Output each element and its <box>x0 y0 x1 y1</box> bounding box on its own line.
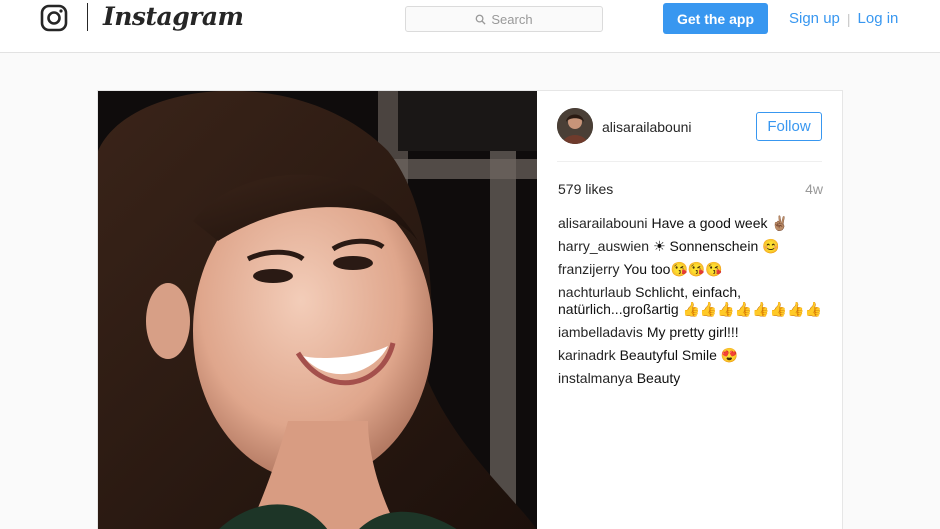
comment-username[interactable]: alisarailabouni <box>558 215 648 231</box>
comment-username[interactable]: franzijerry <box>558 261 619 277</box>
comment-text: You too😘😘😘 <box>623 261 723 277</box>
top-navigation-bar: Instagram Search Get the app Sign up | L… <box>0 0 940 53</box>
follow-button[interactable]: Follow <box>756 112 822 141</box>
comment-item: nachturlaub Schlicht, einfach, natürlich.… <box>558 284 828 318</box>
comment-item: harry_auswien ☀ Sonnenschein 😊 <box>558 238 828 255</box>
logo-divider <box>87 3 88 31</box>
search-icon <box>476 14 486 25</box>
search-input[interactable]: Search <box>405 6 603 32</box>
auth-separator: | <box>846 10 851 27</box>
comment-username[interactable]: iambelladavis <box>558 324 643 340</box>
post-age[interactable]: 4w <box>805 181 823 197</box>
search-placeholder: Search <box>491 11 533 27</box>
header-divider <box>557 161 822 162</box>
instagram-camera-icon[interactable] <box>40 4 68 32</box>
comment-item: karinadrk Beautyful Smile 😍 <box>558 347 828 364</box>
comment-text: ☀ Sonnenschein 😊 <box>653 238 780 254</box>
comment-text: Beautyful Smile 😍 <box>619 347 739 363</box>
comment-text: My pretty girl!!! <box>646 324 739 340</box>
post-sidebar: alisarailabouni Follow 579 likes 4w alis… <box>537 91 844 529</box>
post-author-username[interactable]: alisarailabouni <box>602 119 692 135</box>
comment-item: instalmanya Beauty <box>558 370 828 387</box>
comment-username[interactable]: karinadrk <box>558 347 616 363</box>
comment-username[interactable]: nachturlaub <box>558 284 631 300</box>
likes-count[interactable]: 579 likes <box>558 181 613 197</box>
log-in-link[interactable]: Log in <box>858 10 899 27</box>
comment-item: alisarailabouni Have a good week ✌🏽 <box>558 215 828 232</box>
comment-item: franzijerry You too😘😘😘 <box>558 261 828 278</box>
avatar[interactable] <box>557 108 593 144</box>
sign-up-link[interactable]: Sign up <box>789 10 840 27</box>
post-card: alisarailabouni Follow 579 likes 4w alis… <box>97 90 843 529</box>
comment-text: Beauty <box>636 370 681 386</box>
comment-username[interactable]: instalmanya <box>558 370 633 386</box>
comment-text: Have a good week ✌🏽 <box>651 215 789 231</box>
comment-item: iambelladavis My pretty girl!!! <box>558 324 828 341</box>
get-the-app-button[interactable]: Get the app <box>663 3 768 34</box>
auth-links: Sign up | Log in <box>789 10 898 27</box>
instagram-wordmark-logo[interactable]: Instagram <box>103 2 244 31</box>
post-photo[interactable] <box>98 91 537 529</box>
comment-username[interactable]: harry_auswien <box>558 238 649 254</box>
comments-list: alisarailabouni Have a good week ✌🏽 harry… <box>558 215 828 393</box>
